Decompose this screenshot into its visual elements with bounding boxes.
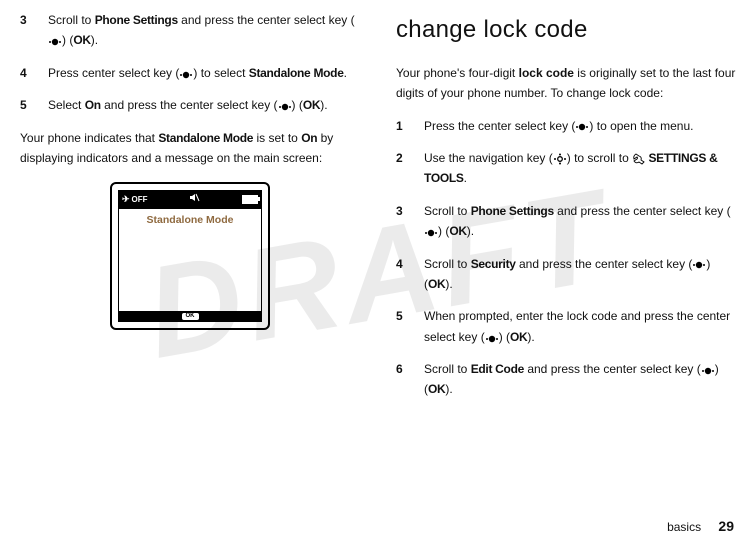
center-select-key-icon [692, 258, 706, 270]
security-label: Security [471, 257, 516, 271]
page-footer: basics 29 [667, 515, 734, 539]
center-select-key-icon [701, 364, 715, 376]
page-number: 29 [718, 518, 734, 534]
confirmation-paragraph: Your phone indicates that Standalone Mod… [20, 128, 360, 169]
step-4-right: 4 Scroll to Security and press the cente… [396, 254, 736, 295]
center-select-key-icon [575, 120, 589, 132]
step-text: Select On and press the center select ke… [48, 95, 360, 115]
ok-label: OK [449, 224, 466, 238]
navigation-key-icon [553, 153, 567, 165]
standalone-mode-label: Standalone Mode [249, 66, 344, 80]
step-2-right: 2 Use the navigation key () to scroll to… [396, 148, 736, 189]
step-5-left: 5 Select On and press the center select … [20, 95, 360, 115]
step-text: Press the center select key () to open t… [424, 116, 736, 136]
step-number: 5 [396, 306, 410, 347]
standalone-mode-text: Standalone Mode [119, 209, 261, 230]
edit-code-label: Edit Code [471, 362, 524, 376]
settings-tools-icon [632, 153, 645, 165]
step-text: Scroll to Edit Code and press the center… [424, 359, 736, 400]
off-indicator: OFF [132, 193, 148, 207]
center-select-key-icon [179, 68, 193, 80]
step-3-left: 3 Scroll to Phone Settings and press the… [20, 10, 360, 51]
step-number: 2 [396, 148, 410, 189]
ok-softkey: OK [182, 313, 199, 320]
step-number: 3 [396, 201, 410, 242]
intro-paragraph: Your phone's four-digit lock code is ori… [396, 63, 736, 104]
step-number: 5 [20, 95, 34, 115]
phone-screen: ✈ OFF Standalone Mode OK [118, 190, 262, 322]
step-text: Scroll to Security and press the center … [424, 254, 736, 295]
step-6-right: 6 Scroll to Edit Code and press the cent… [396, 359, 736, 400]
phone-settings-label: Phone Settings [471, 204, 554, 218]
center-select-key-icon [424, 226, 438, 238]
lock-code-term: lock code [519, 66, 574, 80]
ok-label: OK [428, 382, 445, 396]
step-number: 6 [396, 359, 410, 400]
center-select-key-icon [48, 35, 62, 47]
step-number: 1 [396, 116, 410, 136]
step-text: Press center select key () to select Sta… [48, 63, 360, 83]
airplane-icon: ✈ [122, 192, 130, 207]
standalone-mode-label: Standalone Mode [158, 131, 253, 145]
no-sound-icon [189, 193, 200, 207]
center-select-key-icon [485, 332, 499, 344]
on-label: On [85, 98, 101, 112]
footer-section: basics [667, 520, 701, 534]
center-select-key-icon [278, 100, 292, 112]
step-text: Scroll to Phone Settings and press the c… [48, 10, 360, 51]
phone-settings-label: Phone Settings [95, 13, 178, 27]
phone-mockup: ✈ OFF Standalone Mode OK [110, 182, 270, 330]
step-3-right: 3 Scroll to Phone Settings and press the… [396, 201, 736, 242]
section-heading: change lock code [396, 10, 736, 51]
step-text: Use the navigation key () to scroll to S… [424, 148, 736, 189]
ok-label: OK [73, 33, 90, 47]
step-number: 3 [20, 10, 34, 51]
step-1-right: 1 Press the center select key () to open… [396, 116, 736, 136]
left-column: 3 Scroll to Phone Settings and press the… [20, 10, 360, 412]
ok-label: OK [510, 330, 527, 344]
step-text: Scroll to Phone Settings and press the c… [424, 201, 736, 242]
step-text: When prompted, enter the lock code and p… [424, 306, 736, 347]
step-5-right: 5 When prompted, enter the lock code and… [396, 306, 736, 347]
status-bar: ✈ OFF [119, 191, 261, 208]
ok-label: OK [428, 277, 445, 291]
step-4-left: 4 Press center select key () to select S… [20, 63, 360, 83]
battery-icon [242, 195, 258, 204]
step-number: 4 [20, 63, 34, 83]
right-column: change lock code Your phone's four-digit… [396, 10, 736, 412]
on-label: On [301, 131, 317, 145]
ok-label: OK [303, 98, 320, 112]
soft-key-bar: OK [119, 311, 261, 321]
step-number: 4 [396, 254, 410, 295]
